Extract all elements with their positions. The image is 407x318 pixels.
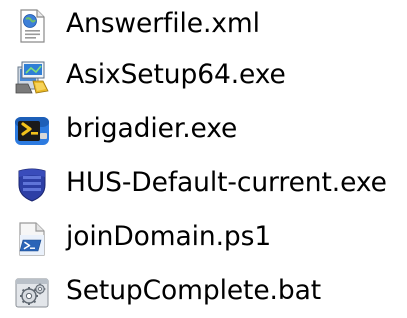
- terminal-executable-icon: [14, 113, 50, 149]
- file-name: SetupComplete.bat: [66, 275, 322, 306]
- file-name: HUS-Default-current.exe: [66, 167, 387, 198]
- file-name: joinDomain.ps1: [66, 221, 272, 252]
- powershell-script-icon: [14, 221, 50, 257]
- batch-file-gears-icon: [14, 275, 50, 311]
- file-item-setupcomplete[interactable]: SetupComplete.bat: [0, 267, 407, 318]
- shield-executable-icon: [14, 167, 50, 203]
- file-item-answerfile[interactable]: Answerfile.xml: [0, 0, 407, 51]
- file-item-brigadier[interactable]: brigadier.exe: [0, 105, 407, 156]
- file-name: brigadier.exe: [66, 113, 238, 144]
- file-item-hus-default-current[interactable]: HUS-Default-current.exe: [0, 159, 407, 210]
- file-name: Answerfile.xml: [66, 8, 260, 39]
- xml-document-icon: [14, 8, 50, 44]
- file-name: AsixSetup64.exe: [66, 59, 286, 90]
- installer-setup-icon: [14, 59, 50, 95]
- file-item-asixsetup64[interactable]: AsixSetup64.exe: [0, 51, 407, 102]
- file-list: Answerfile.xml AsixSetup64.exe brigadier…: [0, 0, 407, 317]
- file-item-joindomain[interactable]: joinDomain.ps1: [0, 213, 407, 264]
